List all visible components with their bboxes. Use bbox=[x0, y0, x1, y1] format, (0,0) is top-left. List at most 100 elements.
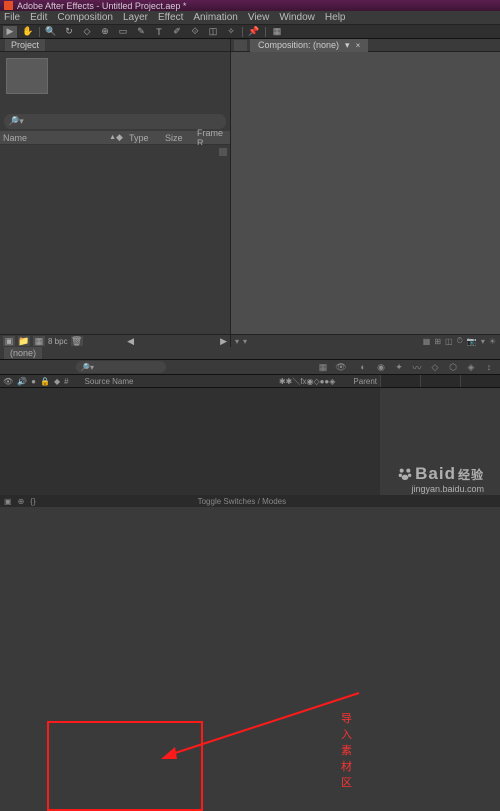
expand-icon[interactable]: ↕ bbox=[482, 361, 496, 373]
project-footer: ▣ 📁 ▦ 8 bpc 🗑 ◀ ▶ bbox=[0, 334, 230, 347]
project-columns-header: Name ▲ ◆ Type Size Frame R... bbox=[0, 131, 230, 145]
zoom-tool-icon[interactable]: 🔍 bbox=[44, 26, 58, 38]
menu-file[interactable]: File bbox=[4, 12, 20, 23]
draft3d-icon[interactable]: ⬡ bbox=[446, 361, 460, 373]
project-bin[interactable] bbox=[0, 145, 230, 334]
pen-tool-icon[interactable]: ✎ bbox=[134, 26, 148, 38]
watermark: Baid 经验 jingyan.baidu.com bbox=[397, 464, 484, 494]
project-search-input[interactable]: 🔎▾ bbox=[4, 114, 226, 129]
window-title: Adobe After Effects - Untitled Project.a… bbox=[17, 1, 186, 11]
scroll-right-icon[interactable]: ▶ bbox=[220, 336, 227, 347]
composition-footer: ▾ ▾ ▦ ⊞ ◫ ⏱ 📷 ▾ ☀ bbox=[231, 334, 500, 347]
channel-icon[interactable]: ▾ bbox=[481, 337, 485, 346]
lock-col-icon[interactable]: 🔒 bbox=[40, 377, 50, 386]
num-col[interactable]: # bbox=[64, 377, 68, 386]
close-icon[interactable]: × bbox=[356, 41, 361, 50]
rect-tool-icon[interactable]: ▭ bbox=[116, 26, 130, 38]
menu-layer[interactable]: Layer bbox=[123, 12, 148, 23]
bpc-label[interactable]: 8 bpc bbox=[48, 337, 68, 346]
menu-window[interactable]: Window bbox=[279, 12, 315, 23]
exposure-icon[interactable]: ☀ bbox=[489, 337, 496, 346]
new-folder-icon[interactable]: 📁 bbox=[18, 336, 30, 346]
comp-mini-icon[interactable]: ▦ bbox=[316, 361, 330, 373]
separator bbox=[39, 27, 40, 37]
zoom-in-icon[interactable]: ⊕ bbox=[18, 497, 25, 506]
solo-col-icon[interactable]: ● bbox=[31, 377, 36, 386]
toggle-switches-label[interactable]: Toggle Switches / Modes bbox=[198, 497, 287, 506]
tool-bar: ▶ ✋ 🔍 ↻ ◇ ⊕ ▭ ✎ T ✐ ⟐ ◫ ✧ 📌 ▦ bbox=[0, 25, 500, 39]
search-icon: 🔎▾ bbox=[80, 363, 94, 372]
expand-icon[interactable]: ▣ bbox=[4, 497, 12, 506]
col-name[interactable]: Name bbox=[0, 133, 109, 143]
sort-icon: ▲ bbox=[109, 134, 116, 141]
composition-tab-label: Composition: (none) bbox=[258, 40, 339, 50]
dropdown-icon[interactable]: ▾ bbox=[345, 40, 350, 51]
3d-icon[interactable]: ◈ bbox=[464, 361, 478, 373]
label-icon: ◆ bbox=[116, 132, 126, 143]
eraser-tool-icon[interactable]: ◫ bbox=[206, 26, 220, 38]
eye-col-icon[interactable]: 👁 bbox=[3, 377, 13, 386]
col-type[interactable]: Type bbox=[126, 133, 162, 143]
snapshot-icon[interactable]: 📷 bbox=[467, 337, 477, 346]
timeline-search-input[interactable]: 🔎▾ bbox=[76, 361, 166, 373]
watermark-main: Baid bbox=[415, 464, 456, 484]
time-ruler[interactable] bbox=[380, 375, 500, 387]
label-col-icon[interactable]: ◆ bbox=[54, 377, 60, 386]
workspace: Project 🔎▾ Name ▲ ◆ Type Size Frame R...… bbox=[0, 39, 500, 347]
frame-blend-icon[interactable]: ◐ bbox=[356, 361, 370, 373]
watermark-sub1: 经验 bbox=[458, 466, 484, 483]
col-size[interactable]: Size bbox=[162, 133, 194, 143]
brush-tool-icon[interactable]: ✐ bbox=[170, 26, 184, 38]
hand-tool-icon[interactable]: ✋ bbox=[21, 26, 35, 38]
grid-icon[interactable]: ⊞ bbox=[434, 337, 441, 346]
time-icon[interactable]: ⏱ bbox=[457, 336, 463, 346]
comp-flow-icon[interactable] bbox=[234, 40, 247, 51]
timeline-tab[interactable]: (none) bbox=[4, 347, 42, 359]
view-options-icon[interactable]: ▦ bbox=[423, 337, 431, 346]
mask-icon[interactable]: ◫ bbox=[445, 337, 453, 346]
shy-icon[interactable]: 👁 bbox=[334, 361, 348, 373]
workspace-icon[interactable]: ▦ bbox=[270, 26, 284, 38]
separator bbox=[265, 27, 266, 37]
text-tool-icon[interactable]: T bbox=[152, 26, 166, 38]
puppet-tool-icon[interactable]: 📌 bbox=[247, 26, 261, 38]
panel-menu-icon[interactable] bbox=[219, 148, 227, 156]
menu-help[interactable]: Help bbox=[325, 12, 346, 23]
menu-edit[interactable]: Edit bbox=[30, 12, 47, 23]
menu-effect[interactable]: Effect bbox=[158, 12, 183, 23]
composition-viewer[interactable] bbox=[231, 52, 500, 334]
app-logo-icon bbox=[4, 1, 13, 10]
separator bbox=[242, 27, 243, 37]
menu-composition[interactable]: Composition bbox=[57, 12, 113, 23]
selection-tool-icon[interactable]: ▶ bbox=[3, 26, 17, 38]
project-tab[interactable]: Project bbox=[5, 39, 45, 51]
layer-switches-icon[interactable]: {} bbox=[30, 497, 35, 506]
project-panel-header: Project bbox=[0, 39, 230, 52]
clone-tool-icon[interactable]: ⟐ bbox=[188, 26, 202, 38]
audio-col-icon[interactable]: 🔊 bbox=[17, 377, 27, 386]
roto-tool-icon[interactable]: ✧ bbox=[224, 26, 238, 38]
brainstorm-icon[interactable]: ✦ bbox=[392, 361, 406, 373]
timeline-footer: ▣ ⊕ {} Toggle Switches / Modes bbox=[0, 495, 500, 507]
new-comp-icon[interactable]: ▦ bbox=[33, 336, 45, 346]
annotation-label: 导入素材区 bbox=[341, 710, 352, 790]
menu-animation[interactable]: Animation bbox=[193, 12, 237, 23]
source-name-col[interactable]: Source Name bbox=[85, 377, 134, 386]
parent-col[interactable]: Parent bbox=[353, 377, 377, 386]
auto-keyframe-icon[interactable]: ◇ bbox=[428, 361, 442, 373]
scroll-left-icon[interactable]: ◀ bbox=[127, 336, 134, 347]
switches-icon[interactable]: ✱✱＼fx◉◇●●◈ bbox=[279, 376, 336, 387]
graph-icon[interactable]: 〰 bbox=[410, 361, 424, 373]
motion-blur-icon[interactable]: ◉ bbox=[374, 361, 388, 373]
magnification-dropdown[interactable]: ▾ bbox=[235, 337, 239, 346]
project-thumbnail bbox=[6, 58, 48, 94]
delete-icon[interactable]: 🗑 bbox=[71, 336, 83, 346]
rotate-tool-icon[interactable]: ↻ bbox=[62, 26, 76, 38]
resolution-dropdown[interactable]: ▾ bbox=[243, 337, 247, 346]
composition-tab[interactable]: Composition: (none) ▾ × bbox=[250, 39, 368, 52]
camera-tool-icon[interactable]: ◇ bbox=[80, 26, 94, 38]
menu-view[interactable]: View bbox=[248, 12, 270, 23]
pan-behind-tool-icon[interactable]: ⊕ bbox=[98, 26, 112, 38]
interpret-icon[interactable]: ▣ bbox=[3, 336, 15, 346]
layer-list[interactable] bbox=[0, 388, 380, 495]
